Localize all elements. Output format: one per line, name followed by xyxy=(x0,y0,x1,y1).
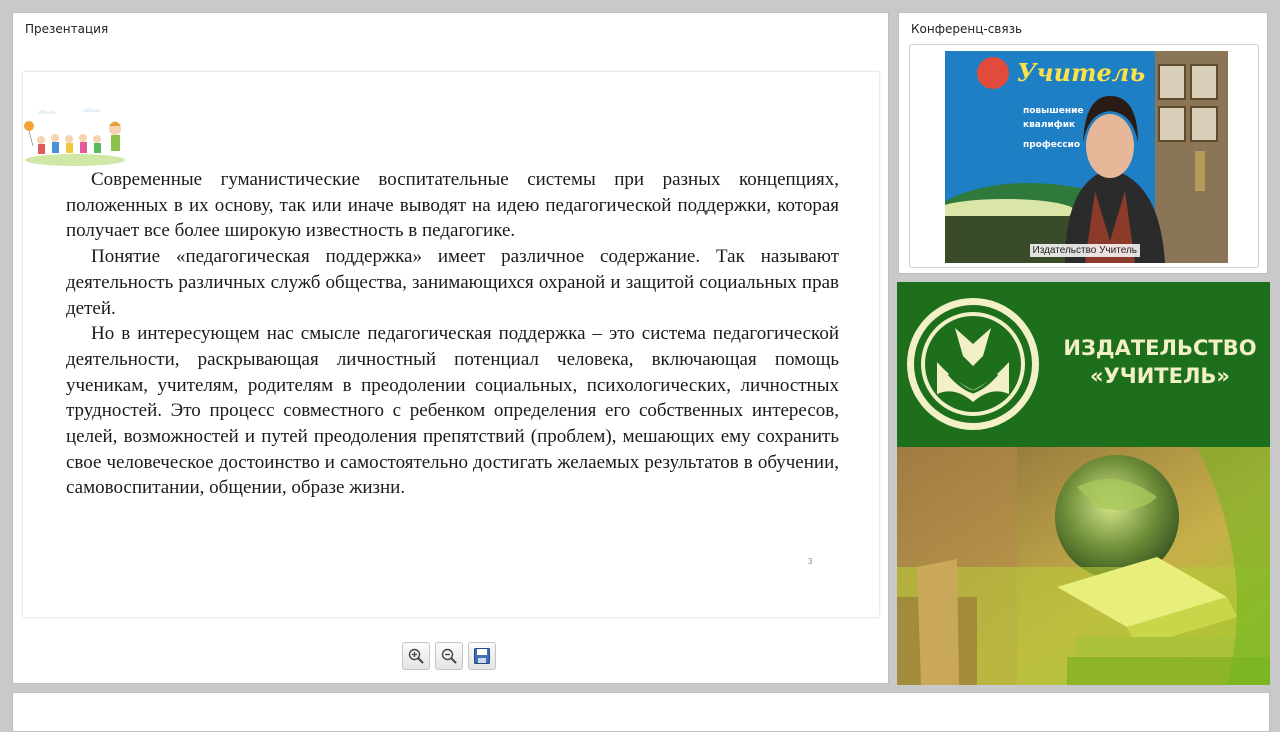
conference-panel: Конференц-связь Учитель повышение квалиф… xyxy=(898,12,1268,274)
slide-page-number: 3 xyxy=(808,557,813,566)
zoom-out-button[interactable] xyxy=(435,642,463,670)
presentation-title: Презентация xyxy=(25,22,109,36)
publisher-logo-icon xyxy=(907,298,1039,430)
conference-title: Конференц-связь xyxy=(911,22,1023,36)
children-illustration xyxy=(23,102,127,166)
zoom-in-icon xyxy=(408,648,424,664)
publisher-name: ИЗДАТЕЛЬСТВО «УЧИТЕЛЬ» xyxy=(1055,334,1265,390)
books-globe-image xyxy=(897,447,1270,685)
svg-text:повышение: повышение xyxy=(1023,106,1084,116)
publisher-name-line2: «УЧИТЕЛЬ» xyxy=(1090,364,1230,388)
slide-text: Современные гуманистические воспитательн… xyxy=(66,167,839,501)
balloon-icon xyxy=(24,121,34,131)
slide: Современные гуманистические воспитательн… xyxy=(23,72,879,617)
save-icon xyxy=(474,648,490,664)
publisher-banner: ИЗДАТЕЛЬСТВО «УЧИТЕЛЬ» xyxy=(897,282,1270,685)
save-button[interactable] xyxy=(468,642,496,670)
zoom-out-icon xyxy=(441,648,457,664)
svg-text:Учитель: Учитель xyxy=(1017,58,1145,87)
slide-paragraph: Современные гуманистические воспитательн… xyxy=(66,169,839,242)
bottom-panel xyxy=(12,692,1270,732)
svg-text:профессио: профессио xyxy=(1023,140,1080,150)
video-frame: Учитель повышение квалифик профессио Изд… xyxy=(909,44,1259,268)
slide-paragraph: Понятие «педагогическая поддержка» имеет… xyxy=(66,246,839,319)
svg-text:квалифик: квалифик xyxy=(1023,120,1075,130)
zoom-in-button[interactable] xyxy=(402,642,430,670)
participant-name: Издательство Учитель xyxy=(1029,244,1140,257)
presentation-panel: Презентация Современные гуманистические … xyxy=(12,12,889,684)
slide-paragraph: Но в интересующем нас смысле педагогичес… xyxy=(66,323,839,499)
publisher-name-line1: ИЗДАТЕЛЬСТВО xyxy=(1063,336,1257,360)
video-feed[interactable]: Учитель повышение квалифик профессио Изд… xyxy=(945,51,1228,263)
banner-header: ИЗДАТЕЛЬСТВО «УЧИТЕЛЬ» xyxy=(897,282,1270,447)
webcam-image: Учитель повышение квалифик профессио xyxy=(945,51,1228,263)
